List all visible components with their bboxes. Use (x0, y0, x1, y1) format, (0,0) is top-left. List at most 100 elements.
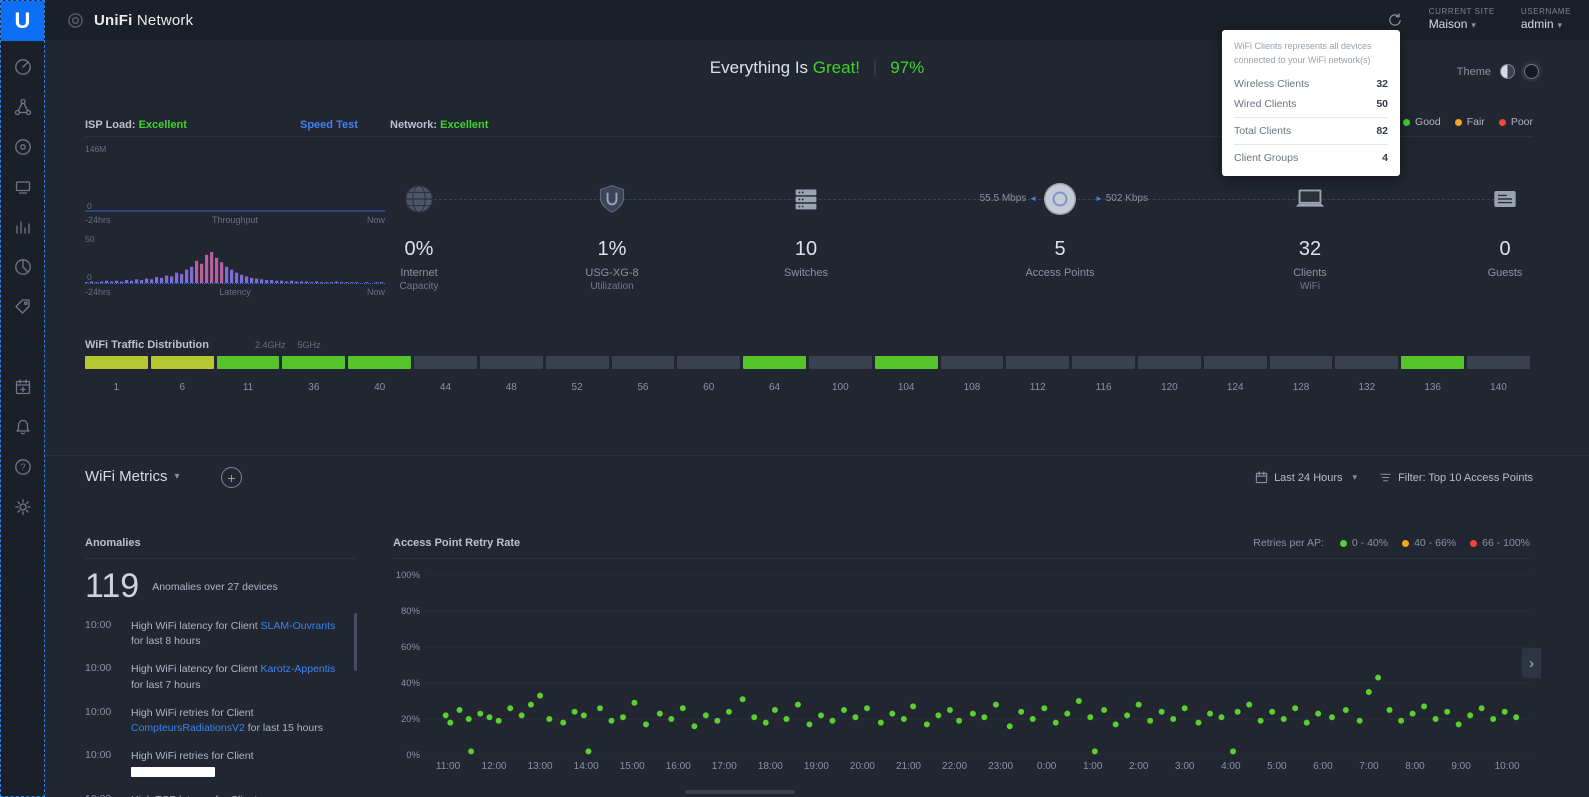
filter-selector[interactable]: Filter: Top 10 Access Points (1379, 471, 1533, 484)
sidebar-item-tags[interactable] (1, 289, 44, 329)
theme-dark-button[interactable] (1524, 64, 1539, 79)
quality-legend-item: Fair (1455, 116, 1485, 128)
channel-bar (282, 356, 345, 369)
sidebar-item-topology[interactable] (1, 89, 44, 129)
client-link[interactable]: CompteursRadiationsV2 (131, 722, 245, 734)
channel-label: 40 (348, 382, 411, 393)
channel-bar (85, 356, 148, 369)
site-selector[interactable]: CURRENT SITE Maison▾ (1429, 7, 1495, 33)
retry-rate-plot: 0%20%40%60%80%100% (425, 575, 1530, 755)
brand-unifi: UniFi (94, 12, 133, 29)
channel-56: 56 (612, 356, 675, 393)
legend-dot (1499, 119, 1506, 126)
switch-icon (726, 176, 886, 222)
anomalies-title: Anomalies (85, 537, 357, 559)
channel-label: 128 (1270, 382, 1333, 393)
node-label: Internet (339, 267, 499, 279)
user-selector-label: USERNAME (1521, 7, 1571, 17)
anomalies-scrollbar[interactable] (354, 613, 357, 671)
channel-bar (809, 356, 872, 369)
sidebar-item-help[interactable]: ? (1, 449, 44, 489)
list-item: 10:00High TCP latency for Client Note 8 … (85, 793, 357, 797)
x-axis-label: 8:00 (1392, 761, 1438, 772)
channel-112: 112 (1006, 356, 1069, 393)
sidebar-item-dashboard[interactable] (1, 49, 44, 89)
brand-product: Network (137, 12, 193, 29)
channel-140: 140 (1467, 356, 1530, 393)
anomaly-time: 10:00 (85, 749, 123, 779)
legend-label: Poor (1511, 116, 1533, 128)
quality-legend-item: Poor (1499, 116, 1533, 128)
channel-6: 6 (151, 356, 214, 393)
band-24ghz-label: 2.4GHz (255, 340, 286, 350)
network-heading: Network: Excellent (390, 119, 488, 131)
chart-next-button[interactable]: › (1522, 648, 1541, 678)
statistics-icon (13, 217, 33, 242)
add-metric-button[interactable]: + (221, 467, 242, 488)
tooltip-row: Total Clients82 (1234, 121, 1388, 141)
sidebar-item-clients[interactable] (1, 169, 44, 209)
client-link[interactable]: SLAM-Ouvrants (261, 620, 336, 632)
anomaly-time: 10:00 (85, 706, 123, 736)
sidebar-item-events[interactable] (1, 369, 44, 409)
tooltip-divider (1234, 144, 1388, 145)
list-item: 10:00High WiFi retries for Client (85, 749, 357, 779)
status-divider: | (873, 59, 877, 77)
node-value: 0% (339, 238, 499, 261)
legend-dot (1455, 119, 1462, 126)
sidebar-item-statistics[interactable] (1, 209, 44, 249)
retry-x-labels: 11:0012:0013:0014:0015:0016:0017:0018:00… (425, 761, 1530, 772)
sidebar-item-alerts[interactable] (1, 409, 44, 449)
app-logo[interactable]: U (1, 1, 44, 41)
user-selector[interactable]: USERNAME admin▾ (1521, 7, 1571, 33)
node-sublabel: Capacity (339, 281, 499, 292)
section-divider (45, 455, 1589, 456)
quality-legend: GoodFairPoor (1403, 116, 1533, 128)
wifi-metrics-dropdown[interactable]: WiFi Metrics ▾ (85, 468, 180, 485)
channel-bar (151, 356, 214, 369)
node-value: 5 (980, 238, 1140, 261)
wifi-clients-tooltip: WiFi Clients represents all devices conn… (1222, 30, 1400, 176)
node-value: 32 (1230, 238, 1390, 261)
node-label: Access Points (980, 267, 1140, 279)
retry-legend: Retries per AP: 0 - 40%40 - 66%66 - 100% (1253, 537, 1530, 549)
client-link[interactable]: Karotz-Appentis (261, 663, 336, 675)
speed-test-link[interactable]: Speed Test (300, 119, 358, 131)
channel-bar (546, 356, 609, 369)
x-axis-label: 3:00 (1162, 761, 1208, 772)
health-score: 97% (890, 58, 924, 78)
x-axis-label: 4:00 (1208, 761, 1254, 772)
legend-label: 66 - 100% (1482, 537, 1530, 549)
sidebar-item-settings[interactable] (1, 489, 44, 529)
sidebar-item-devices[interactable] (1, 129, 44, 169)
channel-label: 100 (809, 382, 872, 393)
plus-icon: + (227, 471, 235, 485)
refresh-icon[interactable] (1387, 12, 1403, 28)
x-axis-label: 22:00 (932, 761, 978, 772)
x-axis-label: 17:00 (701, 761, 747, 772)
theme-light-button[interactable] (1500, 64, 1515, 79)
x-axis-label: 21:00 (885, 761, 931, 772)
retry-rate-header: Access Point Retry Rate Retries per AP: … (393, 537, 1530, 559)
sidebar-item-insights[interactable] (1, 249, 44, 289)
latency-min-label: 0 (87, 272, 92, 282)
x-axis-label: 0:00 (1024, 761, 1070, 772)
tags-icon (13, 297, 33, 322)
time-range-selector[interactable]: Last 24 Hours ▾ (1255, 471, 1357, 484)
channel-44: 44 (414, 356, 477, 393)
tooltip-row: Wired Clients50 (1234, 94, 1388, 114)
band-5ghz-label: 5GHz (298, 340, 321, 350)
x-axis-label: 9:00 (1438, 761, 1484, 772)
anomaly-description: High WiFi latency for Client SLAM-Ouvran… (131, 619, 336, 649)
legend-label: 40 - 66% (1414, 537, 1456, 549)
page-title: UniFi Network (94, 12, 193, 29)
traffic-distribution-title: WiFi Traffic Distribution (85, 339, 209, 351)
network-value: Excellent (440, 119, 488, 131)
tooltip-row: Wireless Clients32 (1234, 74, 1388, 94)
tooltip-row-value: 32 (1376, 78, 1388, 90)
anomalies-count: 119 (85, 567, 139, 606)
channel-bar (1072, 356, 1135, 369)
horizontal-scrollbar[interactable] (685, 790, 795, 794)
laptop-icon (1230, 176, 1390, 222)
isp-load-heading: ISP Load: Excellent (85, 119, 187, 131)
